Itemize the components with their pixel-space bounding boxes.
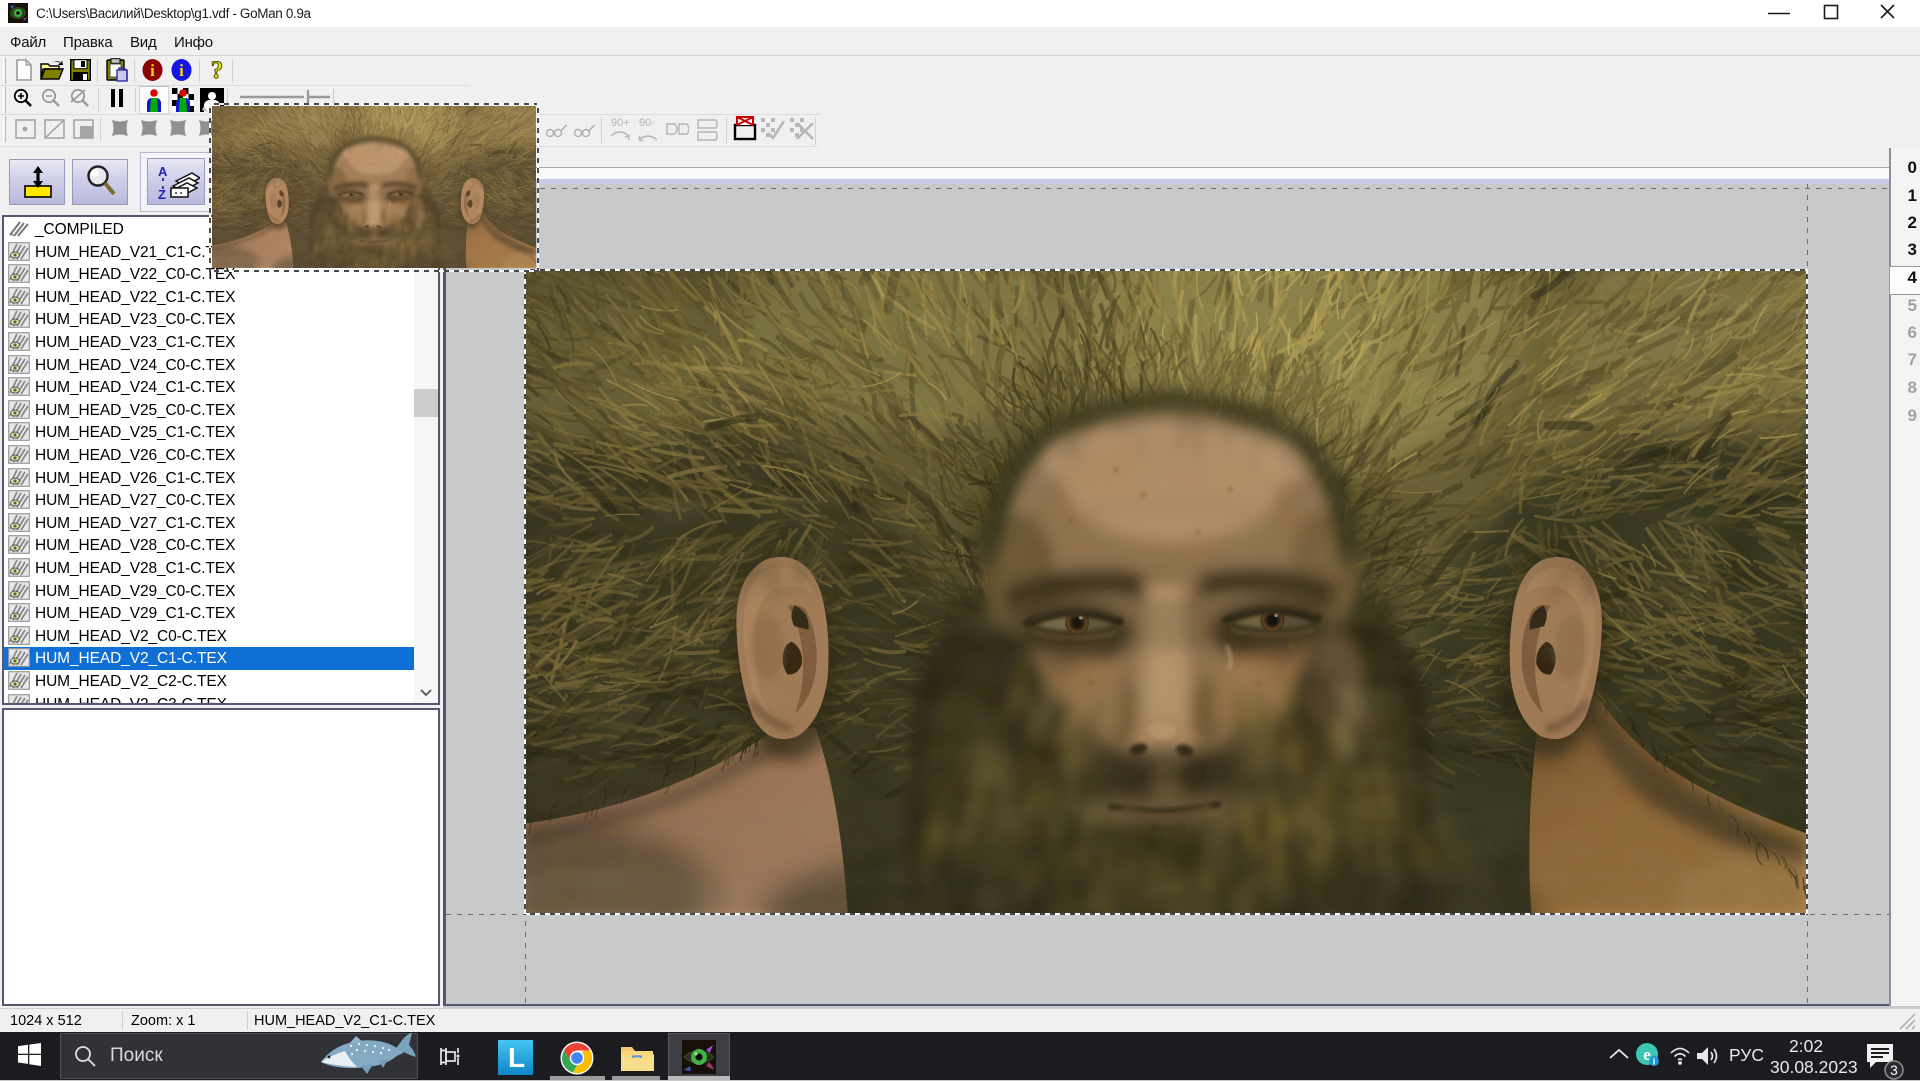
svg-text:?: ? — [211, 57, 224, 83]
svg-text:90+: 90+ — [611, 117, 630, 129]
svg-text:A: A — [158, 164, 168, 179]
svg-text:3: 3 — [1890, 1063, 1898, 1078]
svg-text:i: i — [150, 61, 155, 80]
svg-text:i: i — [1653, 1057, 1656, 1067]
svg-text:90-: 90- — [639, 117, 655, 129]
svg-text:Z: Z — [158, 187, 166, 201]
svg-text:i: i — [179, 61, 184, 80]
